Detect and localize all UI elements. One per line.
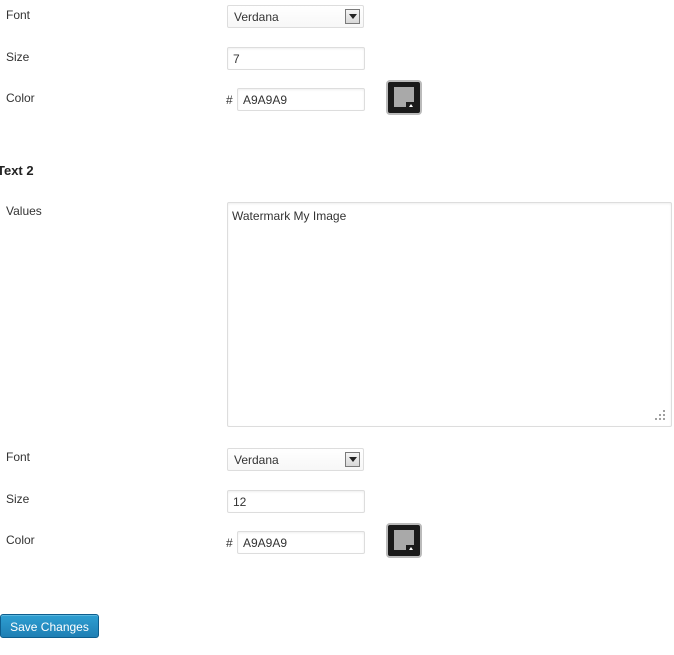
section-heading: Text 2 xyxy=(0,163,34,178)
font-select-value: Verdana xyxy=(234,453,279,467)
chevron-up-icon xyxy=(406,545,416,553)
chevron-down-icon[interactable] xyxy=(345,452,360,467)
color-swatch-icon[interactable] xyxy=(386,523,422,558)
color-label: Color xyxy=(6,533,35,547)
hash-symbol: # xyxy=(226,536,233,550)
chevron-up-icon xyxy=(406,102,416,110)
size-input[interactable] xyxy=(227,47,365,70)
size-label: Size xyxy=(6,492,30,506)
hash-symbol: # xyxy=(226,93,233,107)
font-select[interactable]: Verdana xyxy=(227,448,364,471)
values-label: Values xyxy=(6,204,42,218)
color-input[interactable] xyxy=(237,531,365,554)
font-label: Font xyxy=(6,450,31,464)
values-textarea[interactable]: Watermark My Image xyxy=(227,202,672,427)
size-label: Size xyxy=(6,50,30,64)
font-label: Font xyxy=(6,8,31,22)
save-changes-button[interactable]: Save Changes xyxy=(0,614,99,638)
resize-grip-icon[interactable] xyxy=(655,410,667,422)
color-input[interactable] xyxy=(237,88,365,111)
color-swatch-icon[interactable] xyxy=(386,80,422,115)
color-label: Color xyxy=(6,91,35,105)
chevron-down-icon[interactable] xyxy=(345,9,360,24)
font-select[interactable]: Verdana xyxy=(227,5,364,28)
font-select-value: Verdana xyxy=(234,10,279,24)
size-input[interactable] xyxy=(227,490,365,513)
